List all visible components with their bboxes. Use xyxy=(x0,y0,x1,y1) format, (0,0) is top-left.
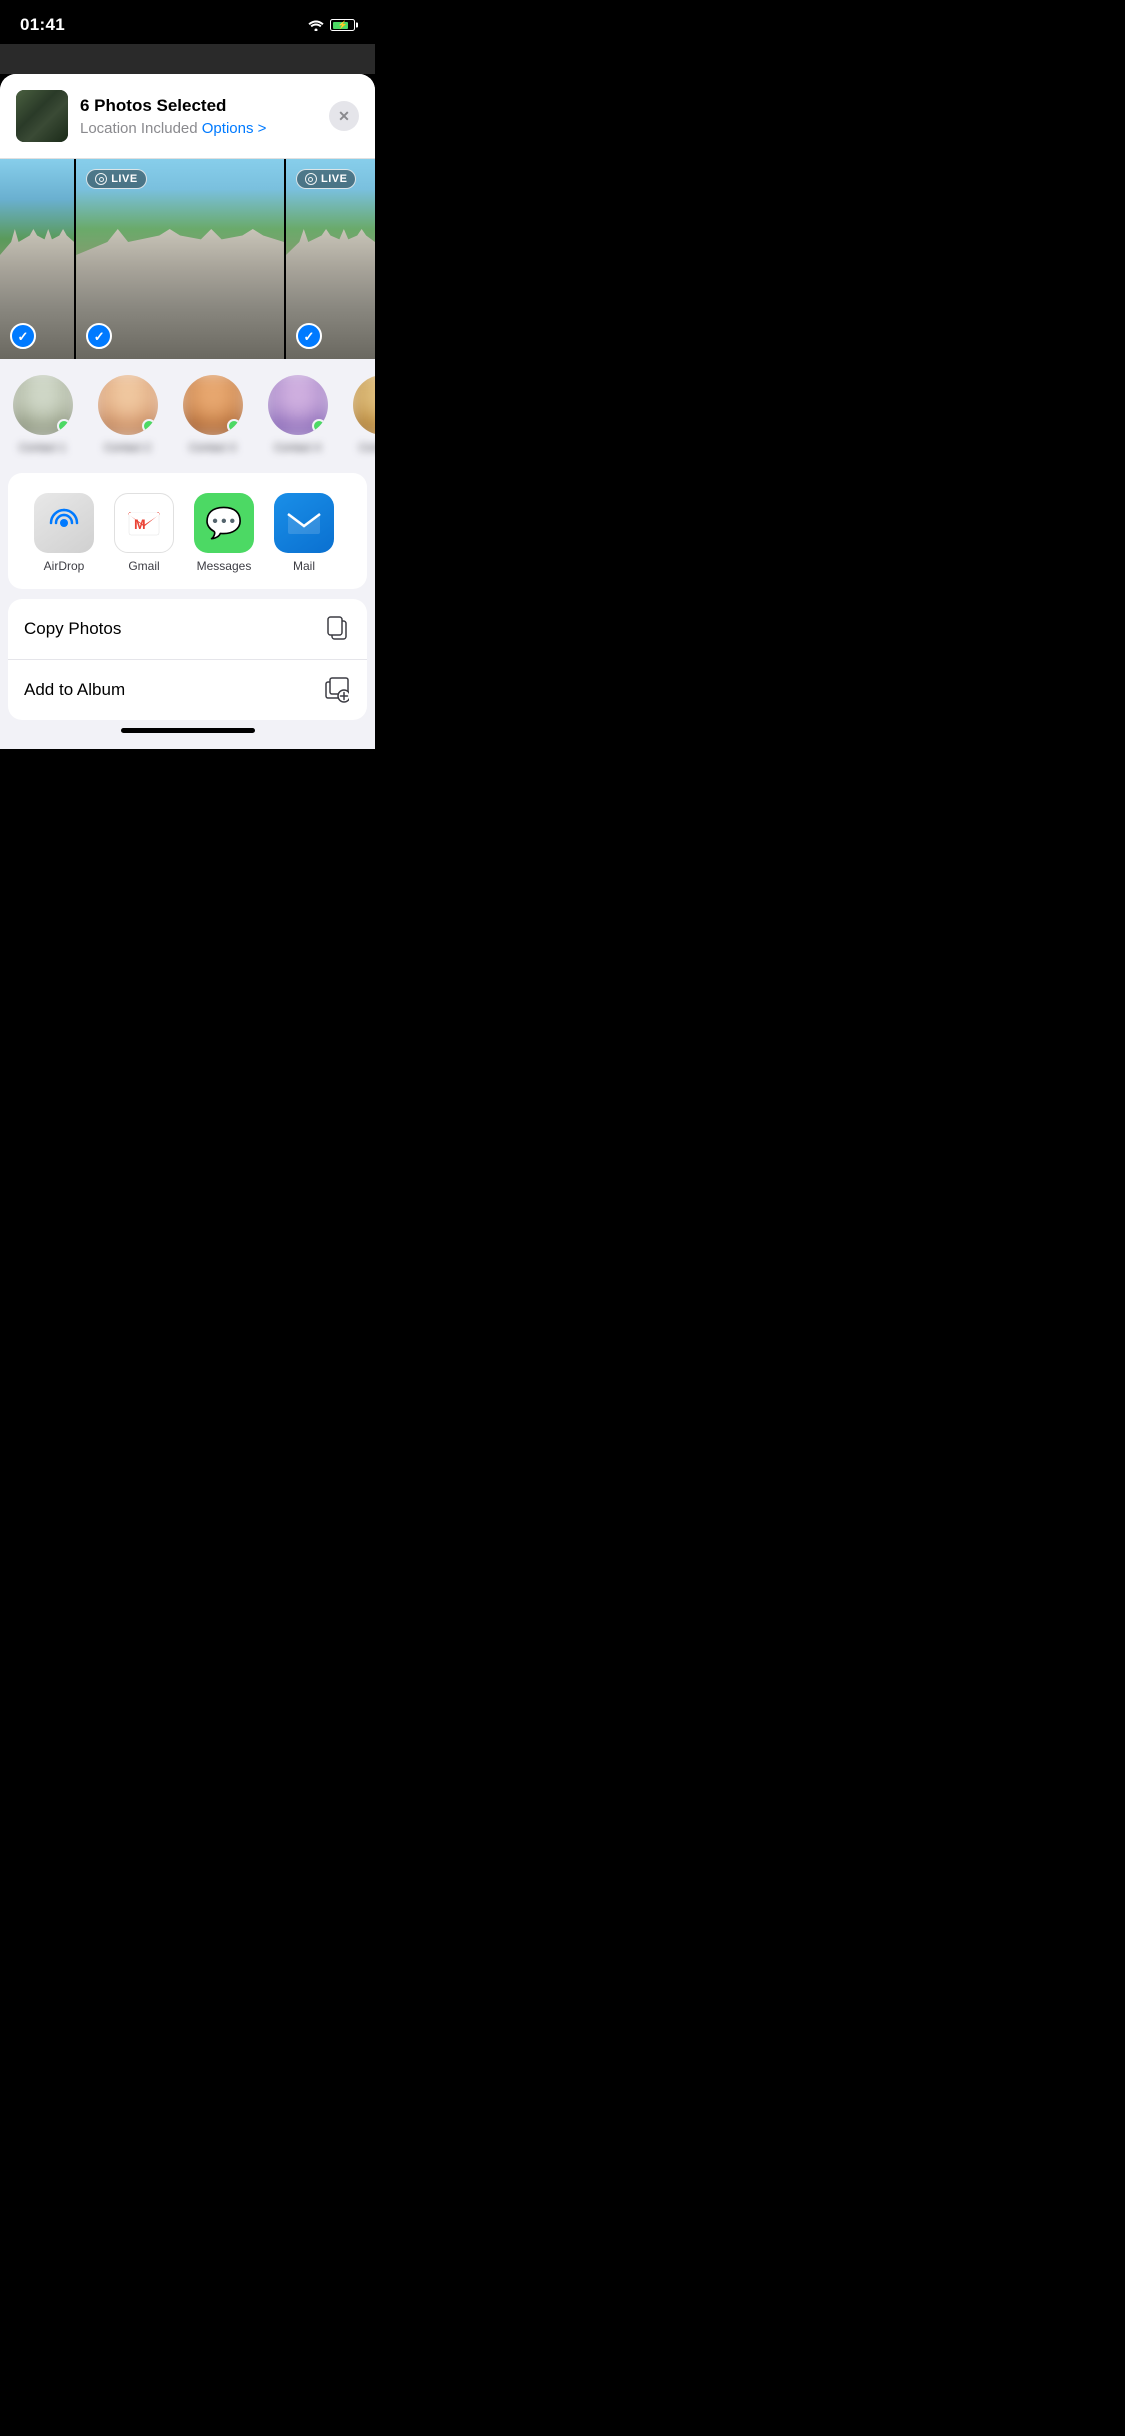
album-icon-svg xyxy=(325,677,349,703)
live-dot-ring-3 xyxy=(305,173,317,185)
online-indicator-4 xyxy=(312,419,326,433)
photo-peek-bg xyxy=(0,44,375,74)
live-badge-2: LIVE xyxy=(86,169,146,189)
add-to-album-icon xyxy=(323,676,351,704)
home-bar xyxy=(121,728,255,733)
live-text-2: LIVE xyxy=(111,173,137,185)
checkmark-2: ✓ xyxy=(94,330,105,343)
live-badge-3: LIVE xyxy=(296,169,356,189)
action-row-copy[interactable]: Copy Photos xyxy=(8,599,367,660)
messages-label: Messages xyxy=(197,559,252,573)
status-icons: ⚡ xyxy=(308,19,355,31)
photo-item-2[interactable]: LIVE ✓ xyxy=(76,159,284,359)
checkmark-3: ✓ xyxy=(304,330,315,343)
online-indicator-3 xyxy=(227,419,241,433)
check-circle-3: ✓ xyxy=(296,323,322,349)
airdrop-label: AirDrop xyxy=(44,559,85,573)
contact-item-1[interactable]: Contact 1 xyxy=(0,375,85,455)
contact-item-5[interactable]: Contact 5 xyxy=(340,375,375,455)
check-circle-1: ✓ xyxy=(10,323,36,349)
battery-indicator: ⚡ xyxy=(330,19,355,31)
bolt-icon: ⚡ xyxy=(338,21,348,30)
app-item-airdrop[interactable]: AirDrop xyxy=(24,493,104,573)
header-subtitle: Location Included Options > xyxy=(80,120,317,137)
photo-item-1[interactable]: ✓ xyxy=(0,159,74,359)
actions-section: Copy Photos Add to Album xyxy=(8,599,367,720)
copy-icon-svg xyxy=(325,616,349,642)
contact-avatar-5 xyxy=(353,375,376,435)
contact-name-5: Contact 5 xyxy=(359,441,375,455)
contact-name-1: Contact 1 xyxy=(19,441,66,455)
header-info: 6 Photos Selected Location Included Opti… xyxy=(80,95,317,136)
live-dot-inner-3 xyxy=(308,177,313,182)
share-header: 6 Photos Selected Location Included Opti… xyxy=(0,74,375,159)
header-thumbnail xyxy=(16,90,68,142)
mail-envelope-svg xyxy=(287,509,321,537)
airdrop-icon xyxy=(34,493,94,553)
status-bar: 01:41 ⚡ xyxy=(0,0,375,44)
gmail-label: Gmail xyxy=(128,559,159,573)
photos-strip: ✓ LIVE ✓ LIVE xyxy=(0,159,375,359)
copy-photos-label: Copy Photos xyxy=(24,619,121,639)
contact-item-3[interactable]: Contact 3 xyxy=(170,375,255,455)
contact-avatar-4 xyxy=(268,375,328,435)
home-indicator xyxy=(0,720,375,749)
contact-avatar-2 xyxy=(98,375,158,435)
contact-name-4: Contact 4 xyxy=(274,441,321,455)
apps-row: AirDrop M Gmail 💬 Mess xyxy=(24,493,351,573)
action-row-album[interactable]: Add to Album xyxy=(8,660,367,720)
contact-name-3: Contact 3 xyxy=(189,441,236,455)
location-label: Location Included xyxy=(80,120,198,137)
add-to-album-label: Add to Album xyxy=(24,680,125,700)
airdrop-svg xyxy=(46,505,82,541)
messages-icon: 💬 xyxy=(194,493,254,553)
mail-icon xyxy=(274,493,334,553)
close-icon: ✕ xyxy=(338,109,350,123)
contacts-row: Contact 1 Contact 2 Contact 3 Contact 4 xyxy=(0,359,375,463)
wifi-icon xyxy=(308,19,324,31)
messages-bubble-icon: 💬 xyxy=(205,506,242,541)
mail-label: Mail xyxy=(293,559,315,573)
online-indicator-1 xyxy=(57,419,71,433)
app-item-mail[interactable]: Mail xyxy=(264,493,344,573)
live-text-3: LIVE xyxy=(321,173,347,185)
close-button[interactable]: ✕ xyxy=(329,101,359,131)
svg-text:M: M xyxy=(134,516,146,532)
avatar-image-5 xyxy=(353,375,376,435)
contact-name-2: Contact 2 xyxy=(104,441,151,455)
gmail-svg: M xyxy=(126,507,162,539)
share-sheet: 6 Photos Selected Location Included Opti… xyxy=(0,74,375,749)
copy-photos-icon xyxy=(323,615,351,643)
app-item-messages[interactable]: 💬 Messages xyxy=(184,493,264,573)
checkmark-1: ✓ xyxy=(18,330,29,343)
live-dot-inner-2 xyxy=(99,177,104,182)
contact-avatar-1 xyxy=(13,375,73,435)
battery-icon: ⚡ xyxy=(330,19,355,31)
contact-item-4[interactable]: Contact 4 xyxy=(255,375,340,455)
header-title: 6 Photos Selected xyxy=(80,95,317,117)
contact-avatar-3 xyxy=(183,375,243,435)
options-link[interactable]: Options > xyxy=(202,120,267,137)
app-item-gmail[interactable]: M Gmail xyxy=(104,493,184,573)
status-time: 01:41 xyxy=(20,15,65,35)
online-indicator-2 xyxy=(142,419,156,433)
contact-item-2[interactable]: Contact 2 xyxy=(85,375,170,455)
gmail-icon: M xyxy=(114,493,174,553)
live-dot-ring-2 xyxy=(95,173,107,185)
apps-section: AirDrop M Gmail 💬 Mess xyxy=(8,473,367,589)
thumbnail-image xyxy=(16,90,68,142)
photo-item-3[interactable]: LIVE ✓ xyxy=(286,159,375,359)
